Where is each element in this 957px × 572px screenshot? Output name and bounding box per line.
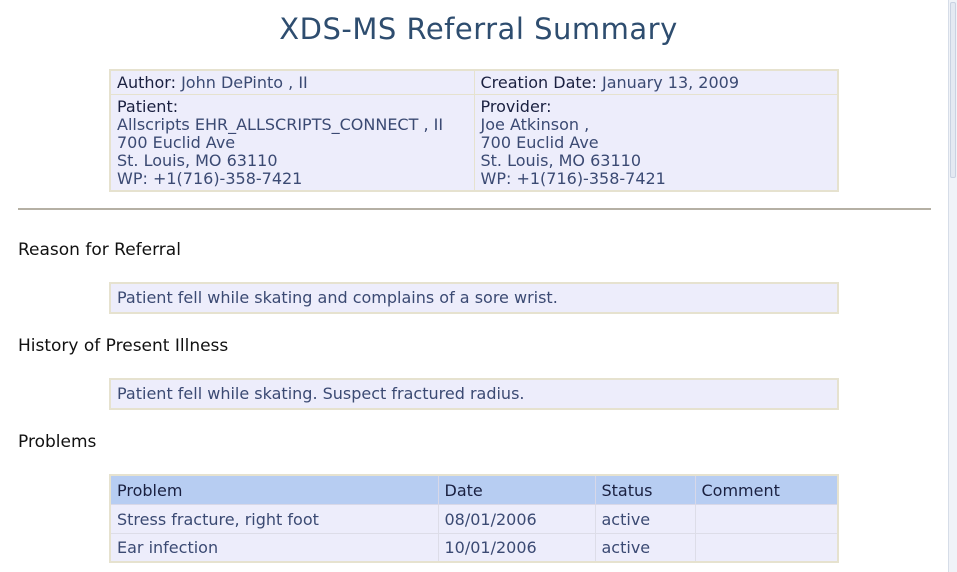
header-info-table: Author: John DePinto , II Creation Date:…	[109, 69, 839, 192]
provider-cell: Provider: Joe Atkinson , 700 Euclid Ave …	[473, 94, 839, 192]
horizontal-divider	[18, 208, 931, 210]
patient-label: Patient:	[117, 97, 179, 116]
page-title: XDS-MS Referral Summary	[279, 12, 678, 46]
author-value: John DePinto , II	[181, 73, 308, 92]
reason-text-box: Patient fell while skating and complains…	[109, 282, 839, 314]
provider-street: 700 Euclid Ave	[480, 133, 599, 152]
header-row-parties: Patient: Allscripts EHR_ALLSCRIPTS_CONNE…	[109, 94, 839, 192]
creation-date-label: Creation Date:	[480, 73, 597, 92]
comment-cell	[694, 532, 839, 563]
table-row: Stress fracture, right foot 08/01/2006 a…	[109, 503, 839, 534]
comment-cell	[694, 503, 839, 534]
creation-date-value: January 13, 2009	[602, 73, 740, 92]
problems-section-title: Problems	[18, 432, 97, 452]
provider-name: Joe Atkinson ,	[480, 115, 590, 134]
column-header-problem: Problem	[109, 474, 439, 505]
vertical-scrollbar[interactable]	[948, 0, 957, 572]
problems-table: Problem Date Status Comment Stress fract…	[109, 474, 839, 563]
author-label: Author:	[117, 73, 176, 92]
provider-city: St. Louis, MO 63110	[480, 151, 642, 170]
header-row-author: Author: John DePinto , II Creation Date:…	[109, 69, 839, 95]
problem-cell: Ear infection	[109, 532, 439, 563]
author-cell: Author: John DePinto , II	[109, 69, 475, 95]
patient-city: St. Louis, MO 63110	[117, 151, 278, 170]
patient-cell: Patient: Allscripts EHR_ALLSCRIPTS_CONNE…	[109, 94, 475, 192]
table-row: Ear infection 10/01/2006 active	[109, 532, 839, 563]
reason-section-title: Reason for Referral	[18, 240, 181, 260]
column-header-status: Status	[594, 474, 696, 505]
patient-name: Allscripts EHR_ALLSCRIPTS_CONNECT , II	[117, 115, 444, 134]
document-page: XDS-MS Referral Summary Author: John DeP…	[0, 0, 948, 572]
provider-phone: WP: +1(716)-358-7421	[480, 169, 666, 188]
date-cell: 10/01/2006	[437, 532, 596, 563]
scrollbar-thumb[interactable]	[950, 2, 956, 178]
patient-phone: WP: +1(716)-358-7421	[117, 169, 303, 188]
column-header-comment: Comment	[694, 474, 839, 505]
column-header-date: Date	[437, 474, 596, 505]
provider-label: Provider:	[480, 97, 552, 116]
status-cell: active	[594, 532, 696, 563]
problems-header-row: Problem Date Status Comment	[109, 474, 839, 505]
problem-cell: Stress fracture, right foot	[109, 503, 439, 534]
patient-street: 700 Euclid Ave	[117, 133, 236, 152]
date-cell: 08/01/2006	[437, 503, 596, 534]
history-section-title: History of Present Illness	[18, 336, 229, 356]
history-text-box: Patient fell while skating. Suspect frac…	[109, 378, 839, 410]
creation-date-cell: Creation Date: January 13, 2009	[473, 69, 839, 95]
status-cell: active	[594, 503, 696, 534]
